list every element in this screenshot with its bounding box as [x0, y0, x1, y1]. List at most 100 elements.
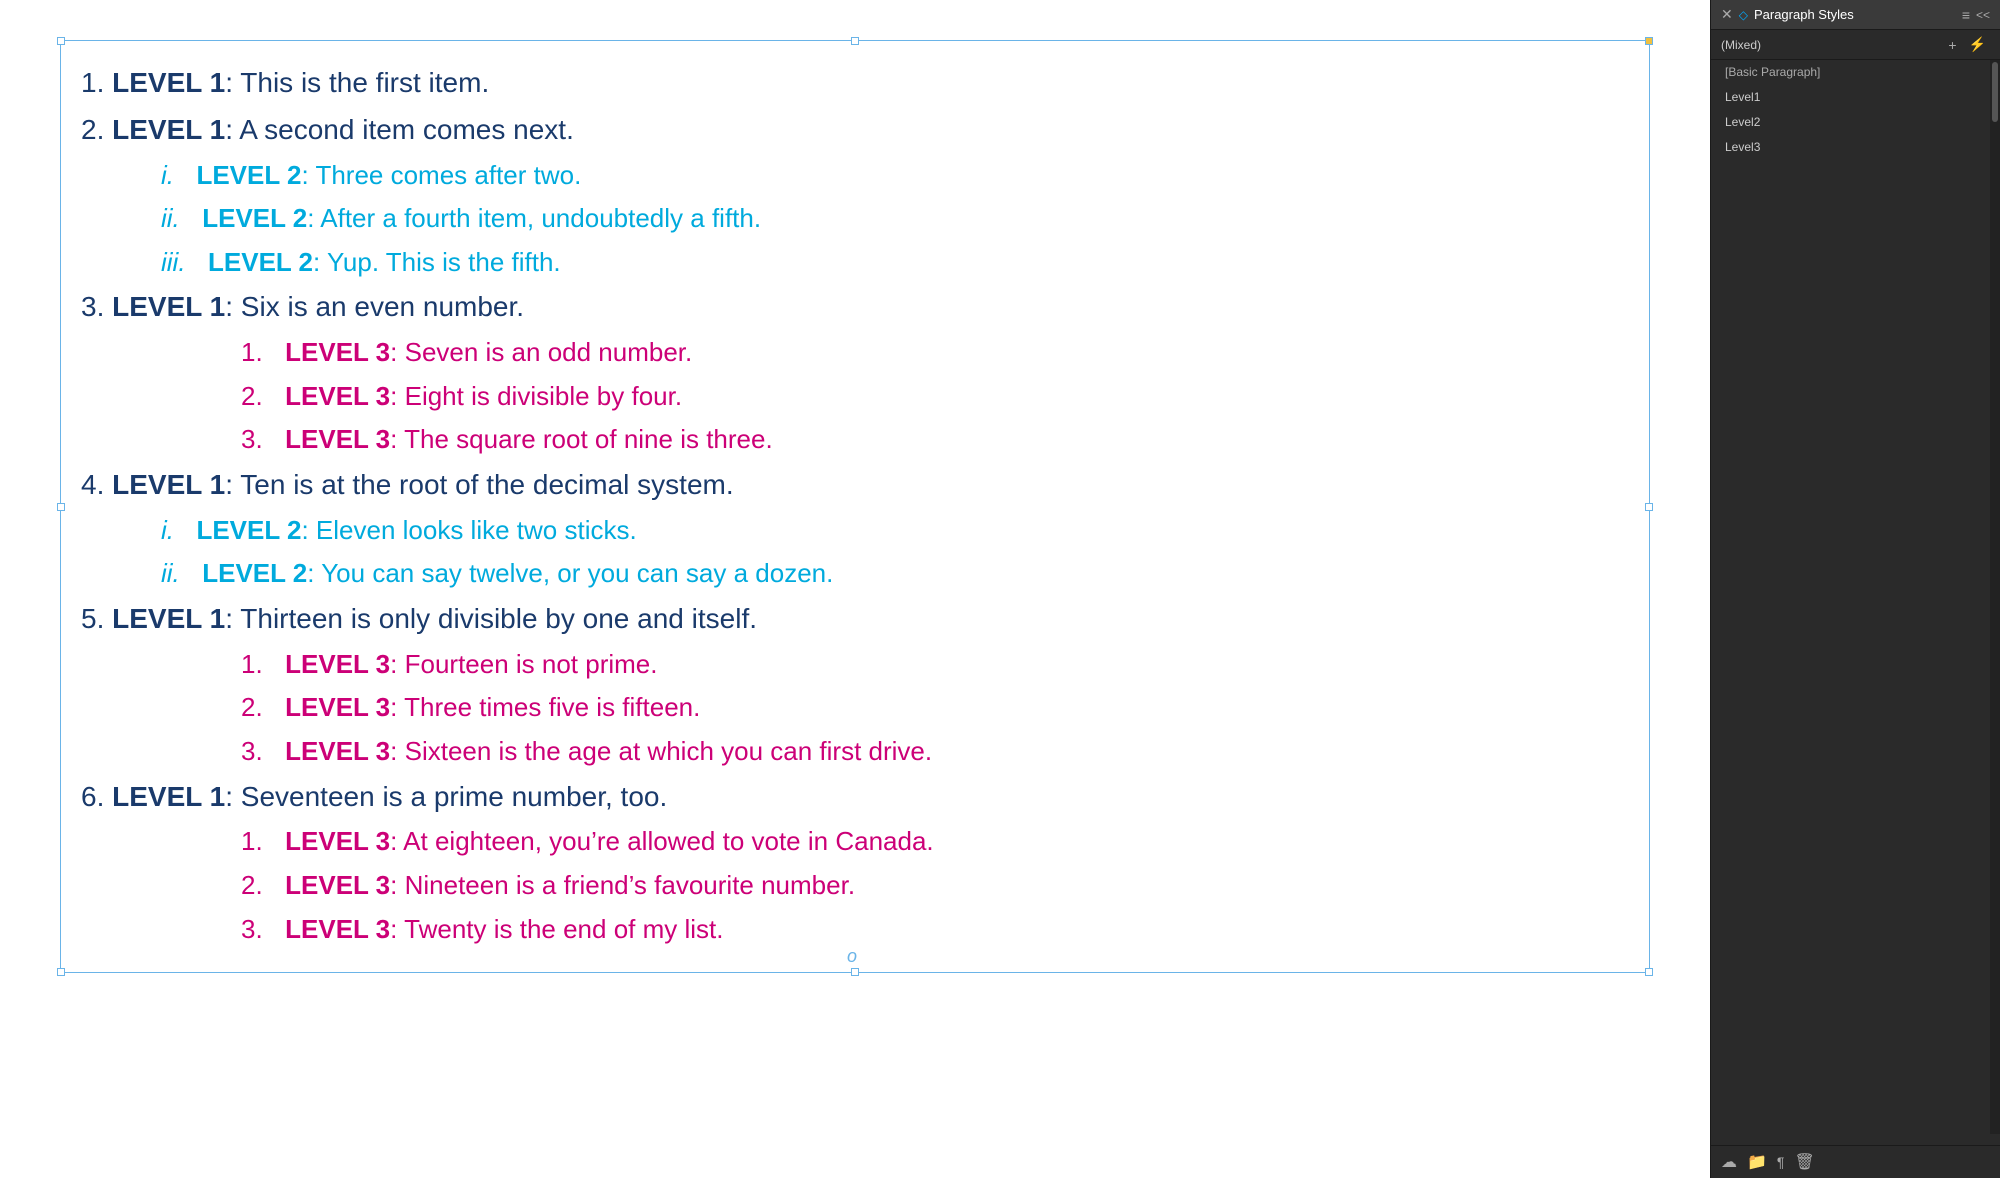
panel-title-left: ✕ ◇ Paragraph Styles [1721, 6, 1854, 23]
item-text: : A second item comes next. [225, 114, 574, 145]
item-number: 4. [81, 469, 112, 500]
handle-top-right[interactable] [1645, 37, 1653, 45]
panel-title: Paragraph Styles [1754, 7, 1854, 22]
item-text: : The square root of nine is three. [390, 424, 773, 454]
styles-list: [Basic Paragraph] Level1 Level2 Level3 [1711, 60, 2000, 1145]
item-label: LEVEL 3 [285, 914, 390, 944]
item-label: LEVEL 2 [196, 515, 301, 545]
item-label: LEVEL 1 [112, 67, 225, 98]
panel-collapse-icon[interactable]: ◇ [1739, 8, 1748, 22]
panel-double-arrow-icon[interactable]: << [1976, 8, 1990, 22]
panel-toolbar: (Mixed) + ⚡ [1711, 30, 2000, 60]
list-item: i. LEVEL 2: Three comes after two. [81, 155, 1619, 197]
text-block: 1. LEVEL 1: This is the first item. 2. L… [60, 40, 1650, 973]
scrollbar-thumb[interactable] [1992, 62, 1998, 122]
handle-mid-right[interactable] [1645, 503, 1653, 511]
item-number: 6. [81, 781, 112, 812]
lightning-button[interactable]: ⚡ [1965, 34, 1990, 55]
item-label: LEVEL 2 [196, 160, 301, 190]
style-item-label: Level3 [1725, 140, 1760, 154]
item-number: 1. [81, 67, 112, 98]
item-label: LEVEL 3 [285, 826, 390, 856]
list-item: 4. LEVEL 1: Ten is at the root of the de… [81, 463, 1619, 508]
delete-icon[interactable]: 🗑 [1794, 1152, 1814, 1172]
item-numeral: 2. [241, 692, 277, 722]
list-item: ii. LEVEL 2: You can say twelve, or you … [81, 553, 1619, 595]
item-label: LEVEL 3 [285, 870, 390, 900]
list-item: 1. LEVEL 1: This is the first item. [81, 61, 1619, 106]
panel-menu-icon[interactable]: ≡ [1962, 7, 1970, 23]
item-text: : You can say twelve, or you can say a d… [307, 558, 833, 588]
item-label: LEVEL 1 [112, 603, 225, 634]
item-text: : Eleven looks like two sticks. [301, 515, 636, 545]
item-label: LEVEL 2 [202, 203, 307, 233]
panel-close-button[interactable]: ✕ [1721, 6, 1733, 23]
style-item-label: [Basic Paragraph] [1725, 65, 1820, 79]
item-number: 5. [81, 603, 112, 634]
item-text: : Yup. This is the fifth. [313, 247, 561, 277]
main-canvas: 1. LEVEL 1: This is the first item. 2. L… [0, 0, 1710, 1178]
list-item: 6. LEVEL 1: Seventeen is a prime number,… [81, 775, 1619, 820]
add-style-button[interactable]: + [1944, 35, 1960, 55]
list-item: 5. LEVEL 1: Thirteen is only divisible b… [81, 597, 1619, 642]
handle-bot-right[interactable] [1645, 968, 1653, 976]
folder-icon[interactable]: 📁 [1747, 1152, 1767, 1172]
list-item: iii. LEVEL 2: Yup. This is the fifth. [81, 242, 1619, 284]
list-item: i. LEVEL 2: Eleven looks like two sticks… [81, 510, 1619, 552]
paragraph-icon[interactable]: ¶ [1777, 1154, 1785, 1170]
item-label: LEVEL 1 [112, 781, 225, 812]
mixed-label: (Mixed) [1721, 38, 1940, 52]
handle-bot-center[interactable] [851, 968, 859, 976]
list-item: 2. LEVEL 3: Nineteen is a friend’s favou… [81, 865, 1619, 907]
list-item: 3. LEVEL 3: Sixteen is the age at which … [81, 731, 1619, 773]
item-numeral: i. [161, 515, 188, 545]
item-label: LEVEL 3 [285, 424, 390, 454]
list-item: 3. LEVEL 3: The square root of nine is t… [81, 419, 1619, 461]
item-text: : Three comes after two. [301, 160, 581, 190]
style-item-basic-paragraph[interactable]: [Basic Paragraph] [1711, 60, 2000, 85]
item-label: LEVEL 3 [285, 649, 390, 679]
item-text: : Three times five is fifteen. [390, 692, 700, 722]
item-numeral: iii. [161, 247, 200, 277]
style-item-level3[interactable]: Level3 [1711, 135, 2000, 160]
list-item: 3. LEVEL 3: Twenty is the end of my list… [81, 909, 1619, 951]
item-numeral: 3. [241, 424, 277, 454]
item-label: LEVEL 3 [285, 692, 390, 722]
item-number: 3. [81, 291, 112, 322]
item-text: : Ten is at the root of the decimal syst… [225, 469, 733, 500]
cloud-icon[interactable]: ☁ [1721, 1152, 1737, 1172]
panel-title-right: ≡ << [1962, 7, 1990, 23]
list-content: 1. LEVEL 1: This is the first item. 2. L… [81, 61, 1619, 950]
list-item: 3. LEVEL 1: Six is an even number. [81, 285, 1619, 330]
item-numeral: 3. [241, 736, 277, 766]
item-text: : Sixteen is the age at which you can fi… [390, 736, 932, 766]
style-item-level2[interactable]: Level2 [1711, 110, 2000, 135]
item-label: LEVEL 1 [112, 469, 225, 500]
handle-bot-left[interactable] [57, 968, 65, 976]
style-item-label: Level2 [1725, 115, 1760, 129]
item-numeral: 1. [241, 649, 277, 679]
item-text: : Fourteen is not prime. [390, 649, 657, 679]
item-label: LEVEL 3 [285, 381, 390, 411]
list-item: ii. LEVEL 2: After a fourth item, undoub… [81, 198, 1619, 240]
item-label: LEVEL 1 [112, 291, 225, 322]
item-numeral: ii. [161, 203, 194, 233]
handle-mid-left[interactable] [57, 503, 65, 511]
item-numeral: 2. [241, 381, 277, 411]
list-item: 1. LEVEL 3: Seven is an odd number. [81, 332, 1619, 374]
item-label: LEVEL 3 [285, 736, 390, 766]
item-numeral: 2. [241, 870, 277, 900]
style-item-label: Level1 [1725, 90, 1760, 104]
item-numeral: 1. [241, 826, 277, 856]
item-numeral: 1. [241, 337, 277, 367]
scrollbar[interactable] [1990, 60, 2000, 1134]
item-text: : Twenty is the end of my list. [390, 914, 723, 944]
list-item: 1. LEVEL 3: Fourteen is not prime. [81, 644, 1619, 686]
handle-top-left[interactable] [57, 37, 65, 45]
item-label: LEVEL 1 [112, 114, 225, 145]
item-text: : After a fourth item, undoubtedly a fif… [307, 203, 761, 233]
item-text: : This is the first item. [225, 67, 489, 98]
item-text: : Seven is an odd number. [390, 337, 692, 367]
handle-top-center[interactable] [851, 37, 859, 45]
style-item-level1[interactable]: Level1 [1711, 85, 2000, 110]
